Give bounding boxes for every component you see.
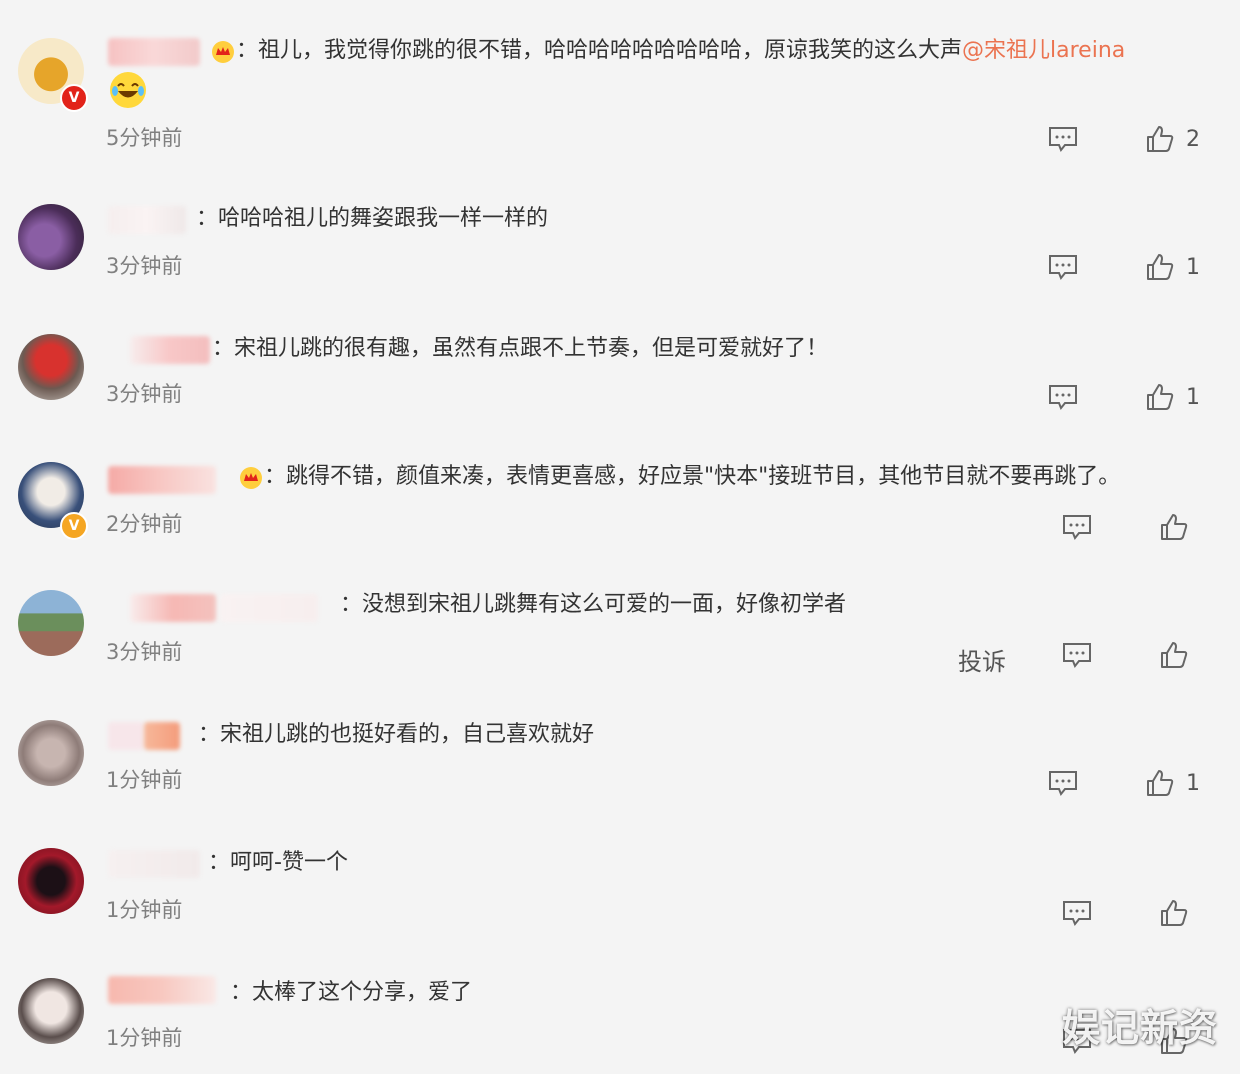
username-blurred[interactable] [144, 722, 180, 750]
like-count: 2 [1186, 126, 1200, 152]
comment-item: ：宋祖儿跳的也挺好看的，自己喜欢就好 1分钟前 1 [0, 702, 1240, 830]
reply-comment-icon[interactable] [1048, 126, 1078, 152]
comment-text: ：宋祖儿跳的很有趣，虽然有点跟不上节奏，但是可爱就好了！ [212, 336, 829, 361]
comment-item: V ：跳得不错，颜值来凑，表情更喜感，好应景"快本"接班节目，其他节目就不要再跳… [0, 444, 1240, 572]
thumbs-up-icon [1161, 900, 1188, 926]
comment-text: ：没想到宋祖儿跳舞有这么可爱的一面，好像初学者 [340, 592, 847, 617]
user-avatar[interactable] [18, 204, 84, 270]
comment-timestamp: 1分钟前 [106, 898, 183, 922]
comment-timestamp: 3分钟前 [106, 254, 183, 278]
user-avatar[interactable] [18, 720, 84, 786]
comment-text: ：太棒了这个分享，爱了 [230, 980, 473, 1005]
thumbs-up-icon [1147, 384, 1174, 410]
user-avatar[interactable] [18, 848, 84, 914]
comment-timestamp: 3分钟前 [106, 382, 183, 406]
comment-timestamp: 5分钟前 [106, 126, 183, 150]
vip-crown-icon [240, 467, 262, 489]
thumbs-up-icon [1147, 770, 1174, 796]
comment-item: ：呵呵-赞一个 1分钟前 [0, 830, 1240, 958]
thumbs-up-icon [1147, 126, 1174, 152]
username-blurred[interactable] [108, 722, 144, 750]
mention-link[interactable]: @宋祖儿lareina [962, 38, 1125, 63]
laughing-crying-emoji-icon [110, 72, 146, 108]
username-blurred[interactable] [108, 38, 200, 66]
like-button[interactable] [1160, 640, 1200, 670]
like-button[interactable]: 2 [1146, 124, 1200, 154]
comment-timestamp: 2分钟前 [106, 512, 183, 536]
verified-badge-icon: V [60, 84, 88, 112]
thumbs-up-icon [1147, 254, 1174, 280]
comment-timestamp: 1分钟前 [106, 768, 183, 792]
username-blurred[interactable] [220, 594, 318, 622]
username-blurred[interactable] [108, 976, 216, 1004]
vip-crown-icon [212, 41, 234, 63]
comment-text: ：宋祖儿跳的也挺好看的，自己喜欢就好 [198, 722, 595, 747]
comment-item: V ：祖儿，我觉得你跳的很不错，哈哈哈哈哈哈哈哈哈，原谅我笑的这么大声@宋祖儿l… [0, 22, 1240, 152]
watermark: 娱记新资 [1061, 1006, 1218, 1050]
comment-timestamp: 1分钟前 [106, 1026, 183, 1050]
comment-list-page: V ：祖儿，我觉得你跳的很不错，哈哈哈哈哈哈哈哈哈，原谅我笑的这么大声@宋祖儿l… [0, 0, 1240, 1074]
reply-comment-icon[interactable] [1048, 770, 1078, 796]
comment-text: ：跳得不错，颜值来凑，表情更喜感，好应景"快本"接班节目，其他节目就不要再跳了。 [264, 464, 1121, 489]
comment-item: ：哈哈哈祖儿的舞姿跟我一样一样的 3分钟前 1 [0, 186, 1240, 314]
comment-text: ：哈哈哈祖儿的舞姿跟我一样一样的 [196, 206, 549, 231]
comment-item: ：没想到宋祖儿跳舞有这么可爱的一面，好像初学者 3分钟前 投诉 [0, 572, 1240, 700]
reply-comment-icon[interactable] [1062, 642, 1092, 668]
reply-comment-icon[interactable] [1048, 254, 1078, 280]
user-avatar[interactable] [18, 978, 84, 1044]
like-button[interactable]: 1 [1146, 252, 1200, 282]
comment-text: ：呵呵-赞一个 [208, 850, 348, 875]
like-count: 1 [1186, 254, 1200, 280]
comment-timestamp: 3分钟前 [106, 640, 183, 664]
like-button[interactable] [1160, 512, 1200, 542]
verified-badge-icon: V [60, 512, 88, 540]
comment-text: ：祖儿，我觉得你跳的很不错，哈哈哈哈哈哈哈哈哈，原谅我笑的这么大声@宋祖儿lar… [236, 36, 1125, 66]
reply-comment-icon[interactable] [1062, 514, 1092, 540]
thumbs-up-icon [1161, 514, 1188, 540]
username-blurred[interactable] [108, 850, 200, 878]
user-avatar[interactable] [18, 590, 84, 656]
username-blurred[interactable] [108, 206, 186, 234]
comment-body: ：祖儿，我觉得你跳的很不错，哈哈哈哈哈哈哈哈哈，原谅我笑的这么大声 [236, 38, 963, 63]
thumbs-up-icon [1161, 642, 1188, 668]
user-avatar[interactable] [18, 334, 84, 400]
username-blurred[interactable] [108, 466, 216, 494]
username-blurred[interactable] [130, 594, 216, 622]
like-button[interactable]: 1 [1146, 768, 1200, 798]
report-button[interactable]: 投诉 [958, 642, 1006, 677]
username-blurred[interactable] [130, 336, 210, 364]
reply-comment-icon[interactable] [1062, 900, 1092, 926]
like-count: 1 [1186, 770, 1200, 796]
comment-item: ：宋祖儿跳的很有趣，虽然有点跟不上节奏，但是可爱就好了！ 3分钟前 1 [0, 316, 1240, 444]
like-button[interactable] [1160, 898, 1200, 928]
reply-comment-icon[interactable] [1048, 384, 1078, 410]
comment-item: ：太棒了这个分享，爱了 1分钟前 [0, 958, 1240, 1074]
like-count: 1 [1186, 384, 1200, 410]
like-button[interactable]: 1 [1146, 382, 1200, 412]
